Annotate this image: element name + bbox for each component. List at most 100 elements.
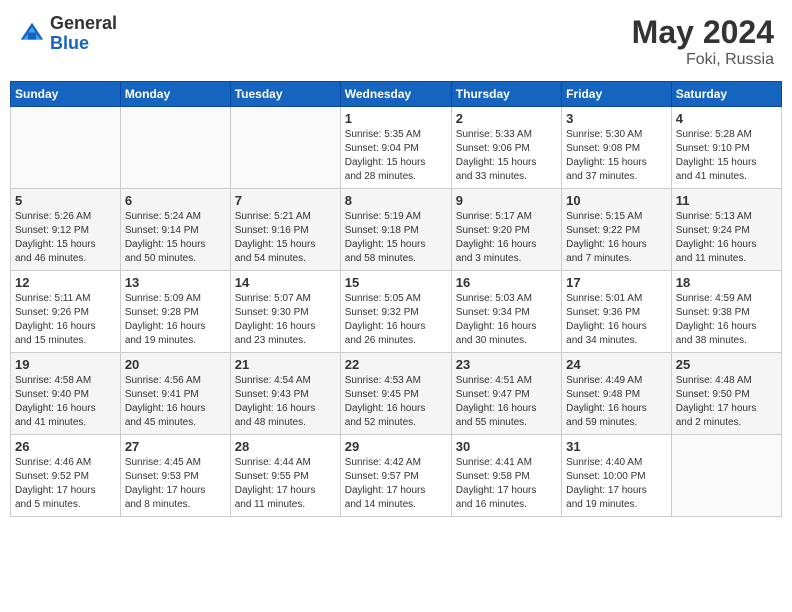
day-number: 23 [456,357,557,372]
day-number: 1 [345,111,447,126]
day-number: 28 [235,439,336,454]
location-label: Foki, Russia [632,51,774,69]
calendar-cell: 29 Sunrise: 4:42 AMSunset: 9:57 PMDayligh… [340,435,451,517]
calendar-cell: 11Sunrise: 5:13 AMSunset: 9:24 PMDayligh… [671,189,781,271]
day-number: 14 [235,275,336,290]
calendar-cell: 16Sunrise: 5:03 AMSunset: 9:34 PMDayligh… [451,271,561,353]
calendar-week-2: 5 Sunrise: 5:26 AMSunset: 9:12 PMDaylight… [11,189,782,271]
day-info: Sunrise: 4:56 AMSunset: 9:41 PMDaylight:… [125,374,226,430]
calendar-cell: 1 Sunrise: 5:35 AMSunset: 9:04 PMDaylight… [340,107,451,189]
calendar-table: SundayMondayTuesdayWednesdayThursdayFrid… [10,81,782,517]
calendar-cell [11,107,121,189]
day-info: Sunrise: 5:09 AMSunset: 9:28 PMDaylight:… [125,292,226,348]
calendar-week-1: 1 Sunrise: 5:35 AMSunset: 9:04 PMDaylight… [11,107,782,189]
day-number: 15 [345,275,447,290]
day-info: Sunrise: 5:01 AMSunset: 9:36 PMDaylight:… [566,292,667,348]
weekday-header-sunday: Sunday [11,82,121,107]
day-info: Sunrise: 5:30 AMSunset: 9:08 PMDaylight:… [566,128,667,184]
day-info: Sunrise: 5:26 AMSunset: 9:12 PMDaylight:… [15,210,116,266]
day-number: 11 [676,193,777,208]
calendar-cell: 6 Sunrise: 5:24 AMSunset: 9:14 PMDaylight… [120,189,230,271]
day-info: Sunrise: 5:11 AMSunset: 9:26 PMDaylight:… [15,292,116,348]
weekday-header-friday: Friday [562,82,672,107]
day-info: Sunrise: 4:46 AMSunset: 9:52 PMDaylight:… [15,456,116,512]
page-header: General Blue May 2024 Foki, Russia [10,10,782,73]
logo-text: General Blue [50,14,117,54]
day-number: 22 [345,357,447,372]
weekday-header-row: SundayMondayTuesdayWednesdayThursdayFrid… [11,82,782,107]
weekday-header-tuesday: Tuesday [230,82,340,107]
calendar-cell: 12 Sunrise: 5:11 AMSunset: 9:26 PMDayligh… [11,271,121,353]
day-info: Sunrise: 5:21 AMSunset: 9:16 PMDaylight:… [235,210,336,266]
day-number: 25 [676,357,777,372]
day-number: 6 [125,193,226,208]
day-info: Sunrise: 4:45 AMSunset: 9:53 PMDaylight:… [125,456,226,512]
day-number: 19 [15,357,116,372]
calendar-cell: 26Sunrise: 4:46 AMSunset: 9:52 PMDayligh… [11,435,121,517]
calendar-cell: 9Sunrise: 5:17 AMSunset: 9:20 PMDaylight… [451,189,561,271]
day-number: 18 [676,275,777,290]
day-number: 2 [456,111,557,126]
day-number: 8 [345,193,447,208]
weekday-header-wednesday: Wednesday [340,82,451,107]
day-number: 21 [235,357,336,372]
day-info: Sunrise: 5:19 AMSunset: 9:18 PMDaylight:… [345,210,447,266]
calendar-cell: 28 Sunrise: 4:44 AMSunset: 9:55 PMDayligh… [230,435,340,517]
day-number: 17 [566,275,667,290]
calendar-cell: 18Sunrise: 4:59 AMSunset: 9:38 PMDayligh… [671,271,781,353]
weekday-header-monday: Monday [120,82,230,107]
weekday-header-thursday: Thursday [451,82,561,107]
day-info: Sunrise: 5:33 AMSunset: 9:06 PMDaylight:… [456,128,557,184]
calendar-cell: 30 Sunrise: 4:41 AMSunset: 9:58 PMDayligh… [451,435,561,517]
day-info: Sunrise: 5:35 AMSunset: 9:04 PMDaylight:… [345,128,447,184]
calendar-week-3: 12 Sunrise: 5:11 AMSunset: 9:26 PMDayligh… [11,271,782,353]
logo-general-text: General [50,14,117,34]
day-number: 30 [456,439,557,454]
day-number: 31 [566,439,667,454]
day-info: Sunrise: 5:07 AMSunset: 9:30 PMDaylight:… [235,292,336,348]
day-info: Sunrise: 4:40 AMSunset: 10:00 PMDaylight… [566,456,667,512]
weekday-header-saturday: Saturday [671,82,781,107]
day-number: 10 [566,193,667,208]
day-number: 5 [15,193,116,208]
day-number: 4 [676,111,777,126]
calendar-cell: 20 Sunrise: 4:56 AMSunset: 9:41 PMDayligh… [120,353,230,435]
calendar-cell: 5 Sunrise: 5:26 AMSunset: 9:12 PMDaylight… [11,189,121,271]
day-number: 16 [456,275,557,290]
logo: General Blue [18,14,117,54]
calendar-cell: 23 Sunrise: 4:51 AMSunset: 9:47 PMDayligh… [451,353,561,435]
calendar-cell: 31 Sunrise: 4:40 AMSunset: 10:00 PMDaylig… [562,435,672,517]
day-number: 9 [456,193,557,208]
calendar-cell: 17 Sunrise: 5:01 AMSunset: 9:36 PMDayligh… [562,271,672,353]
calendar-cell: 14 Sunrise: 5:07 AMSunset: 9:30 PMDayligh… [230,271,340,353]
day-number: 29 [345,439,447,454]
calendar-cell: 22 Sunrise: 4:53 AMSunset: 9:45 PMDayligh… [340,353,451,435]
day-number: 24 [566,357,667,372]
calendar-cell: 13Sunrise: 5:09 AMSunset: 9:28 PMDayligh… [120,271,230,353]
day-info: Sunrise: 5:24 AMSunset: 9:14 PMDaylight:… [125,210,226,266]
logo-blue-text: Blue [50,34,117,54]
logo-icon [18,20,46,48]
calendar-cell: 25Sunrise: 4:48 AMSunset: 9:50 PMDayligh… [671,353,781,435]
calendar-cell [120,107,230,189]
calendar-cell: 4Sunrise: 5:28 AMSunset: 9:10 PMDaylight… [671,107,781,189]
day-info: Sunrise: 4:54 AMSunset: 9:43 PMDaylight:… [235,374,336,430]
calendar-cell: 19 Sunrise: 4:58 AMSunset: 9:40 PMDayligh… [11,353,121,435]
calendar-cell: 7Sunrise: 5:21 AMSunset: 9:16 PMDaylight… [230,189,340,271]
day-info: Sunrise: 4:49 AMSunset: 9:48 PMDaylight:… [566,374,667,430]
calendar-cell: 27 Sunrise: 4:45 AMSunset: 9:53 PMDayligh… [120,435,230,517]
calendar-cell: 15Sunrise: 5:05 AMSunset: 9:32 PMDayligh… [340,271,451,353]
calendar-cell: 8 Sunrise: 5:19 AMSunset: 9:18 PMDaylight… [340,189,451,271]
day-info: Sunrise: 4:58 AMSunset: 9:40 PMDaylight:… [15,374,116,430]
day-info: Sunrise: 4:51 AMSunset: 9:47 PMDaylight:… [456,374,557,430]
calendar-week-4: 19 Sunrise: 4:58 AMSunset: 9:40 PMDayligh… [11,353,782,435]
day-number: 12 [15,275,116,290]
calendar-cell: 2 Sunrise: 5:33 AMSunset: 9:06 PMDaylight… [451,107,561,189]
day-info: Sunrise: 4:42 AMSunset: 9:57 PMDaylight:… [345,456,447,512]
day-info: Sunrise: 4:44 AMSunset: 9:55 PMDaylight:… [235,456,336,512]
calendar-cell: 21 Sunrise: 4:54 AMSunset: 9:43 PMDayligh… [230,353,340,435]
day-info: Sunrise: 4:53 AMSunset: 9:45 PMDaylight:… [345,374,447,430]
day-number: 20 [125,357,226,372]
day-info: Sunrise: 4:41 AMSunset: 9:58 PMDaylight:… [456,456,557,512]
day-number: 27 [125,439,226,454]
